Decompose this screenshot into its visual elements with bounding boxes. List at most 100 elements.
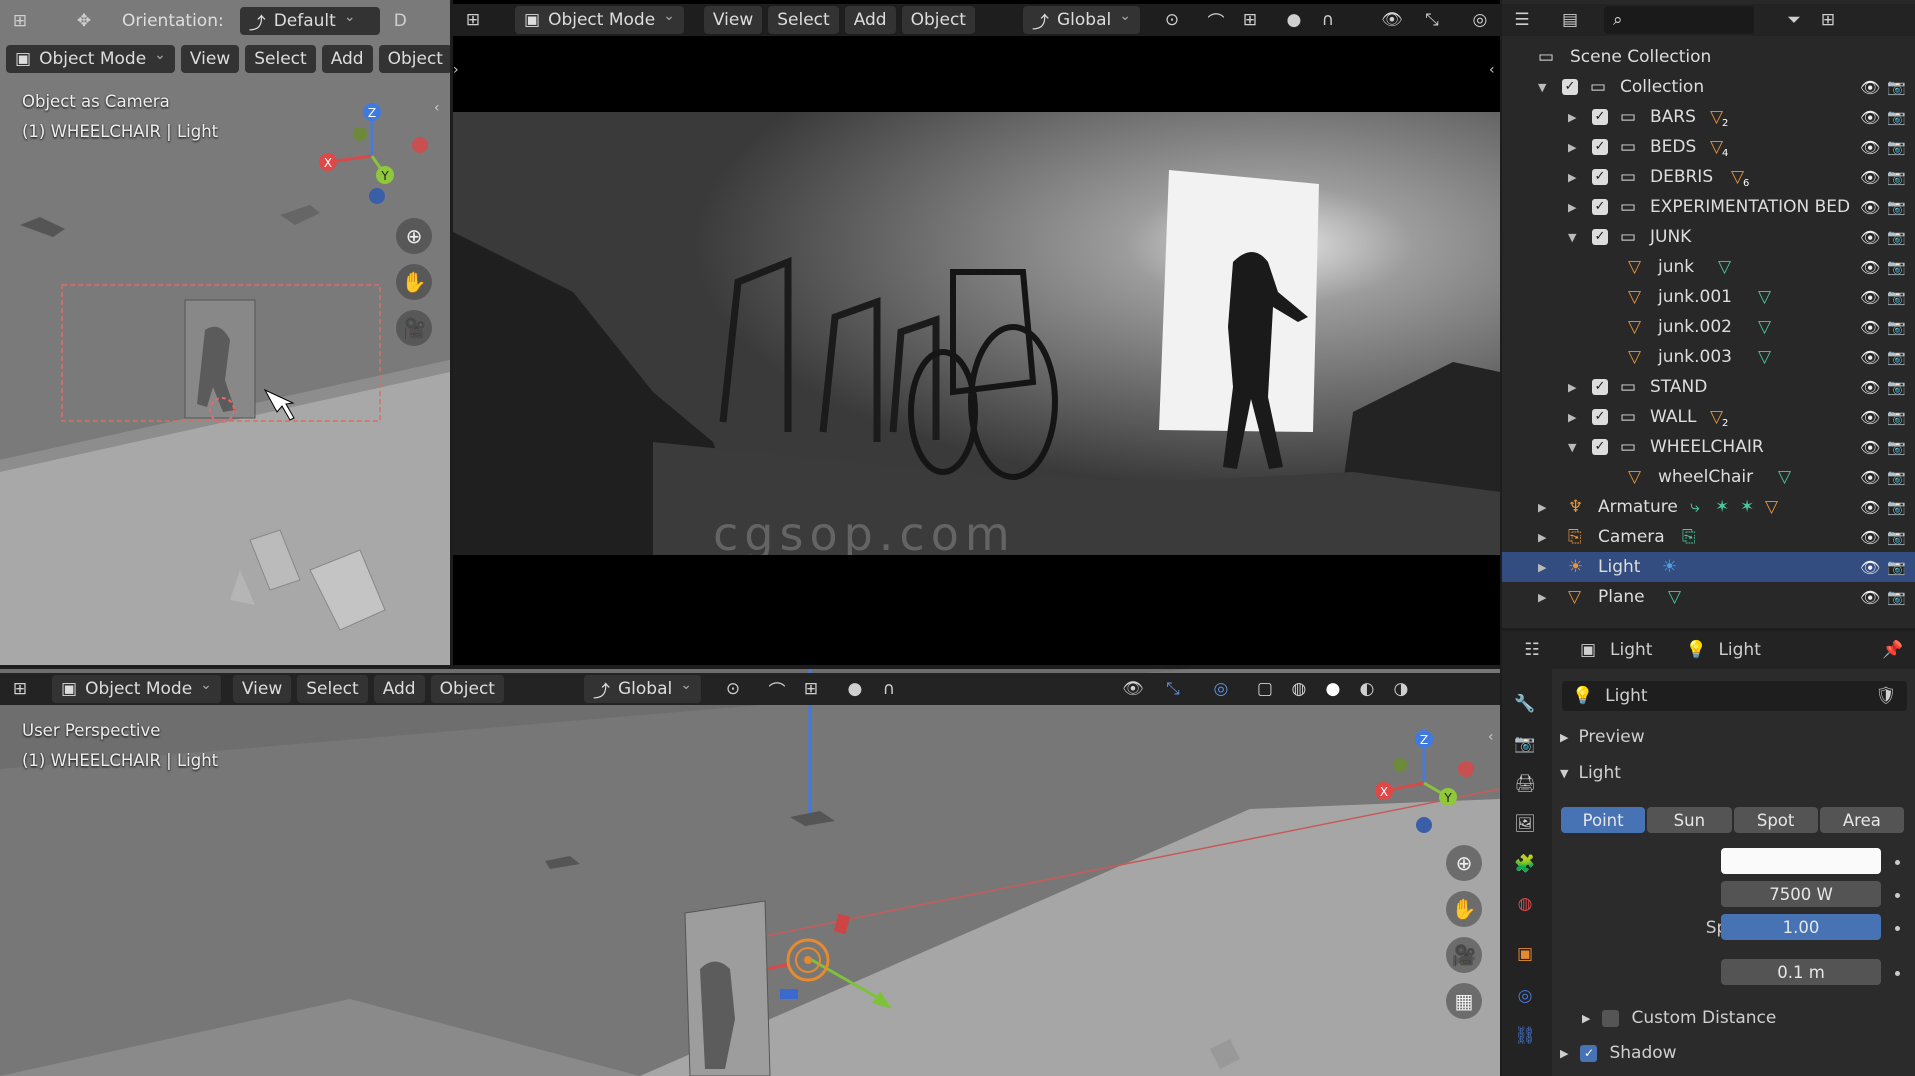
outliner-row[interactable]: ▼ ✓ ▭ JUNK 👁 📷 — [1502, 222, 1915, 252]
bottom-viewport[interactable]: ⊞ ▣ Object Mode View Select Add Object ⤴ G… — [0, 669, 1500, 1076]
display-mode-icon[interactable]: ▤ — [1556, 6, 1584, 34]
mode-dropdown[interactable]: ▣ Object Mode — [52, 675, 221, 703]
visibility-eye-icon[interactable]: 👁 — [1860, 408, 1880, 427]
gizmo-toggle-icon[interactable]: ⤡ — [1418, 6, 1446, 34]
pivot-icon[interactable]: ⊙ — [1158, 6, 1186, 34]
menu-view[interactable]: View — [703, 6, 763, 34]
render-visibility-icon[interactable]: 📷 — [1887, 168, 1906, 186]
visibility-eye-icon[interactable]: 👁 — [1860, 258, 1880, 277]
world-tab-icon[interactable]: ◍ — [1512, 891, 1538, 917]
proportional-icon[interactable]: ● — [1280, 6, 1308, 34]
zoom-icon[interactable]: ⊕ — [396, 218, 432, 254]
render-visibility-icon[interactable]: 📷 — [1887, 378, 1906, 396]
filter-icon[interactable]: ⏷ — [1780, 6, 1808, 34]
visibility-eye-icon[interactable]: 👁 — [1860, 288, 1880, 307]
menu-object[interactable]: Object — [430, 675, 504, 703]
render-visibility-icon[interactable]: 📷 — [1887, 348, 1906, 366]
menu-select[interactable]: Select — [245, 45, 316, 73]
menu-add[interactable]: Add — [844, 6, 896, 34]
falloff-icon[interactable]: ∩ — [875, 675, 903, 703]
light-type-point[interactable]: Point — [1561, 807, 1646, 833]
expanded-arrow-icon[interactable]: ▼ — [1568, 231, 1576, 244]
snap-icon[interactable]: ⌒ — [1202, 6, 1230, 34]
color-swatch[interactable] — [1721, 848, 1881, 874]
exclude-checkbox[interactable]: ✓ — [1592, 139, 1608, 155]
collapsed-arrow-icon[interactable]: ▶ — [1538, 531, 1546, 544]
menu-object[interactable]: Object — [901, 6, 975, 34]
collapsed-arrow-icon[interactable]: ▶ — [1568, 411, 1576, 424]
outliner-row[interactable]: ▶ ⎘ Camera ⎘ 👁 📷 — [1502, 522, 1915, 552]
outliner-row[interactable]: ▽ junk.002 ▽ 👁 📷 — [1502, 312, 1915, 342]
exclude-checkbox[interactable]: ✓ — [1592, 379, 1608, 395]
gizmo-toggle-icon[interactable]: ⤡ — [1159, 675, 1187, 703]
gizmo-neg-z[interactable] — [1416, 817, 1432, 833]
shadow-row[interactable]: ▶ ✓ Shadow — [1560, 1043, 1677, 1063]
zoom-icon[interactable]: ⊕ — [1446, 845, 1482, 881]
sidebar-toggle-icon[interactable]: ‹ — [1489, 62, 1495, 78]
render-tab-icon[interactable]: 📷 — [1512, 731, 1538, 757]
visibility-eye-icon[interactable]: 👁 — [1860, 138, 1880, 157]
visibility-icon[interactable]: 👁 — [1378, 6, 1406, 34]
visibility-eye-icon[interactable]: 👁 — [1860, 588, 1880, 607]
radius-field[interactable]: 0.1 m — [1721, 959, 1881, 985]
render-visibility-icon[interactable]: 📷 — [1887, 558, 1906, 576]
wireframe-shading-icon[interactable]: ◍ — [1285, 675, 1313, 703]
specular-slider[interactable]: 1.00 — [1721, 914, 1881, 940]
transform-gizmo-icon[interactable]: ✥ — [70, 7, 98, 35]
material-shading-icon[interactable]: ◐ — [1353, 675, 1381, 703]
physics-tab-icon[interactable]: ◎ — [1512, 983, 1538, 1009]
constraints-tab-icon[interactable]: ⛓ — [1512, 1023, 1538, 1049]
visibility-eye-icon[interactable]: 👁 — [1860, 318, 1880, 337]
visibility-eye-icon[interactable]: 👁 — [1860, 228, 1880, 247]
object-tab-icon[interactable]: ▣ — [1512, 941, 1538, 967]
specular-keyframe-dot[interactable] — [1895, 926, 1900, 931]
light-type-spot[interactable]: Spot — [1733, 807, 1818, 833]
outliner-row[interactable]: ▶ ✓ ▭ BEDS ▽ 4 👁 📷 — [1502, 132, 1915, 162]
exclude-checkbox[interactable]: ✓ — [1592, 109, 1608, 125]
pivot-icon[interactable]: ⊙ — [719, 675, 747, 703]
menu-view[interactable]: View — [232, 675, 292, 703]
collapsed-arrow-icon[interactable]: ▶ — [1568, 141, 1576, 154]
visibility-eye-icon[interactable]: 👁 — [1860, 108, 1880, 127]
outliner-row[interactable]: ▶ ☀ Light ☀ 👁 📷 — [1502, 552, 1915, 582]
expanded-arrow-icon[interactable]: ▼ — [1568, 441, 1576, 454]
render-visibility-icon[interactable]: 📷 — [1887, 498, 1906, 516]
editor-type-icon[interactable]: ⊞ — [6, 7, 34, 35]
camera-view-icon[interactable]: 🎥 — [396, 310, 432, 346]
visibility-eye-icon[interactable]: 👁 — [1860, 198, 1880, 217]
collapsed-arrow-icon[interactable]: ▶ — [1568, 201, 1576, 214]
render-visibility-icon[interactable]: 📷 — [1887, 588, 1906, 606]
gizmo-neg-x[interactable] — [1458, 761, 1474, 777]
outliner-search-field[interactable]: ⌕ — [1604, 6, 1754, 34]
custom-distance-row[interactable]: ▶ Custom Distance — [1582, 1008, 1776, 1028]
outliner-row[interactable]: ▽ wheelChair ▽ 👁 📷 — [1502, 462, 1915, 492]
tool-settings-tab-icon[interactable]: 🔧 — [1512, 691, 1538, 717]
toolbar-toggle-icon[interactable]: › — [453, 62, 459, 78]
snap-target-icon[interactable]: ⊞ — [1236, 6, 1264, 34]
render-visibility-icon[interactable]: 📷 — [1887, 198, 1906, 216]
outliner-row[interactable]: ▶ ✓ ▭ BARS ▽ 2 👁 📷 — [1502, 102, 1915, 132]
snap-target-icon[interactable]: ⊞ — [797, 675, 825, 703]
custom-distance-checkbox[interactable] — [1602, 1009, 1620, 1027]
power-field[interactable]: 7500 W — [1721, 881, 1881, 907]
scene-collection-row[interactable]: ▭ Scene Collection — [1502, 42, 1915, 72]
exclude-checkbox[interactable]: ✓ — [1592, 229, 1608, 245]
orientation-dropdown[interactable]: ⤴ Default — [239, 7, 380, 35]
menu-add[interactable]: Add — [373, 675, 425, 703]
navigation-gizmo[interactable]: Z X Y — [310, 100, 440, 210]
pan-hand-icon[interactable]: ✋ — [1446, 891, 1482, 927]
visibility-eye-icon[interactable]: 👁 — [1860, 438, 1880, 457]
collapsed-arrow-icon[interactable]: ▶ — [1538, 561, 1546, 574]
outliner-row[interactable]: ▶ ▽ Plane ▽ 👁 📷 — [1502, 582, 1915, 612]
power-keyframe-dot[interactable] — [1895, 893, 1900, 898]
render-visibility-icon[interactable]: 📷 — [1887, 528, 1906, 546]
outliner-row[interactable]: ▶ ✓ ▭ WALL ▽ 2 👁 📷 — [1502, 402, 1915, 432]
visibility-eye-icon[interactable]: 👁 — [1860, 468, 1880, 487]
render-visibility-icon[interactable]: 📷 — [1887, 78, 1906, 96]
gizmo-neg-x[interactable] — [412, 137, 428, 153]
sidebar-toggle-icon[interactable]: ‹ — [434, 100, 440, 116]
render-visibility-icon[interactable]: 📷 — [1887, 468, 1906, 486]
proportional-icon[interactable]: ● — [841, 675, 869, 703]
editor-type-icon[interactable]: ⊞ — [459, 6, 487, 34]
light-panel-header[interactable]: ▼ Light — [1560, 763, 1621, 783]
